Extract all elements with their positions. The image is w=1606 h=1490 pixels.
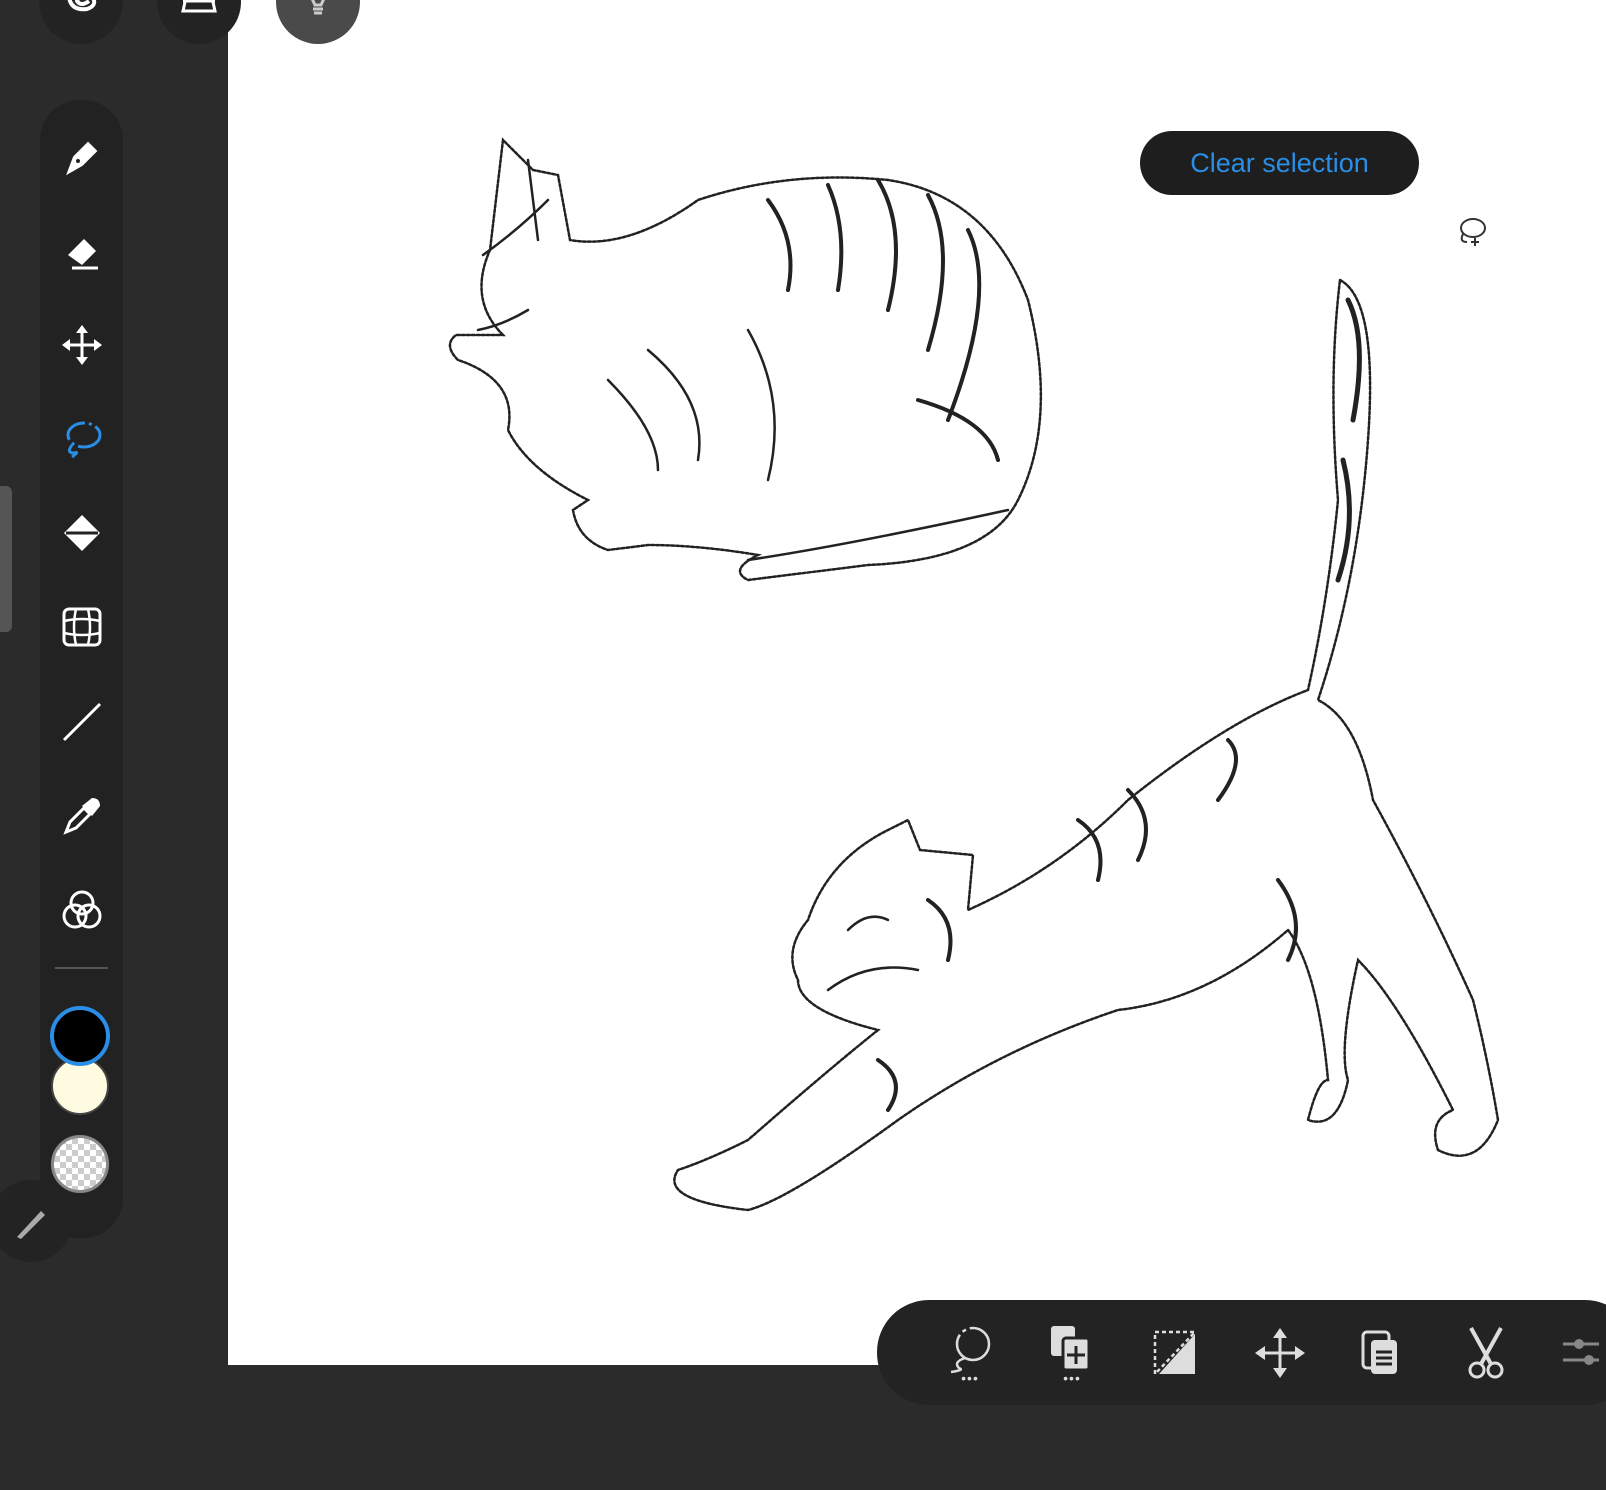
lightbulb-icon: [303, 0, 333, 17]
duplicate-button[interactable]: •••: [1037, 1300, 1107, 1405]
clear-selection-button[interactable]: Clear selection: [1140, 131, 1419, 195]
pencil-tool[interactable]: [40, 127, 123, 187]
move-selection-button[interactable]: [1245, 1300, 1315, 1405]
spiral-icon: [61, 0, 101, 17]
invert-selection-button[interactable]: [1141, 1300, 1211, 1405]
grid-tool[interactable]: [40, 597, 123, 657]
eraser-tool[interactable]: [40, 221, 123, 281]
pen-icon: [62, 137, 102, 177]
line-icon: [60, 700, 104, 744]
panel-scrollbar[interactable]: [0, 486, 12, 632]
cut-icon: [1461, 1326, 1511, 1380]
lasso-icon: [60, 417, 104, 461]
lasso-cursor-icon: [1455, 216, 1489, 248]
move-icon: [60, 323, 104, 367]
copy-button[interactable]: [1347, 1300, 1417, 1405]
move-icon: [1253, 1326, 1307, 1380]
gallery-icon: [177, 0, 221, 17]
eyedropper-tool[interactable]: [40, 786, 123, 846]
drawing-canvas[interactable]: [228, 0, 1606, 1365]
lasso-tool[interactable]: [40, 409, 123, 469]
copy-icon: [1357, 1328, 1407, 1378]
perspective-grid-icon: [60, 605, 104, 649]
sleeping-cat-sketch: [448, 137, 1043, 582]
transparent-color-swatch[interactable]: [51, 1135, 109, 1193]
invert-selection-icon: [1151, 1328, 1201, 1378]
brush-quick-button[interactable]: [0, 1180, 72, 1262]
cat-sketches: [448, 137, 1500, 1212]
paint-bucket-icon: [60, 511, 104, 555]
spiral-button[interactable]: [39, 0, 123, 44]
more-dots-icon: •••: [1063, 1369, 1081, 1386]
lasso-options-button[interactable]: •••: [935, 1300, 1005, 1405]
line-tool[interactable]: [40, 692, 123, 752]
eyedropper-icon: [60, 794, 104, 838]
more-dots-icon: •••: [961, 1369, 979, 1386]
duplicate-icon: [1047, 1324, 1097, 1374]
cut-button[interactable]: [1451, 1300, 1521, 1405]
lasso-options-icon: [945, 1324, 995, 1374]
selection-action-bar: ••• •••: [877, 1300, 1606, 1405]
adjust-button[interactable]: [1549, 1300, 1606, 1405]
color-circles-icon: [60, 888, 104, 932]
blend-tool[interactable]: [40, 880, 123, 940]
transform-tool[interactable]: [40, 315, 123, 375]
primary-color-swatch[interactable]: [50, 1006, 110, 1066]
stretching-cat-sketch: [673, 278, 1500, 1212]
adjust-icon: [1559, 1328, 1606, 1378]
eraser-icon: [62, 231, 102, 271]
brush-icon: [11, 1201, 51, 1241]
fill-tool[interactable]: [40, 503, 123, 563]
tool-divider: [55, 967, 108, 969]
